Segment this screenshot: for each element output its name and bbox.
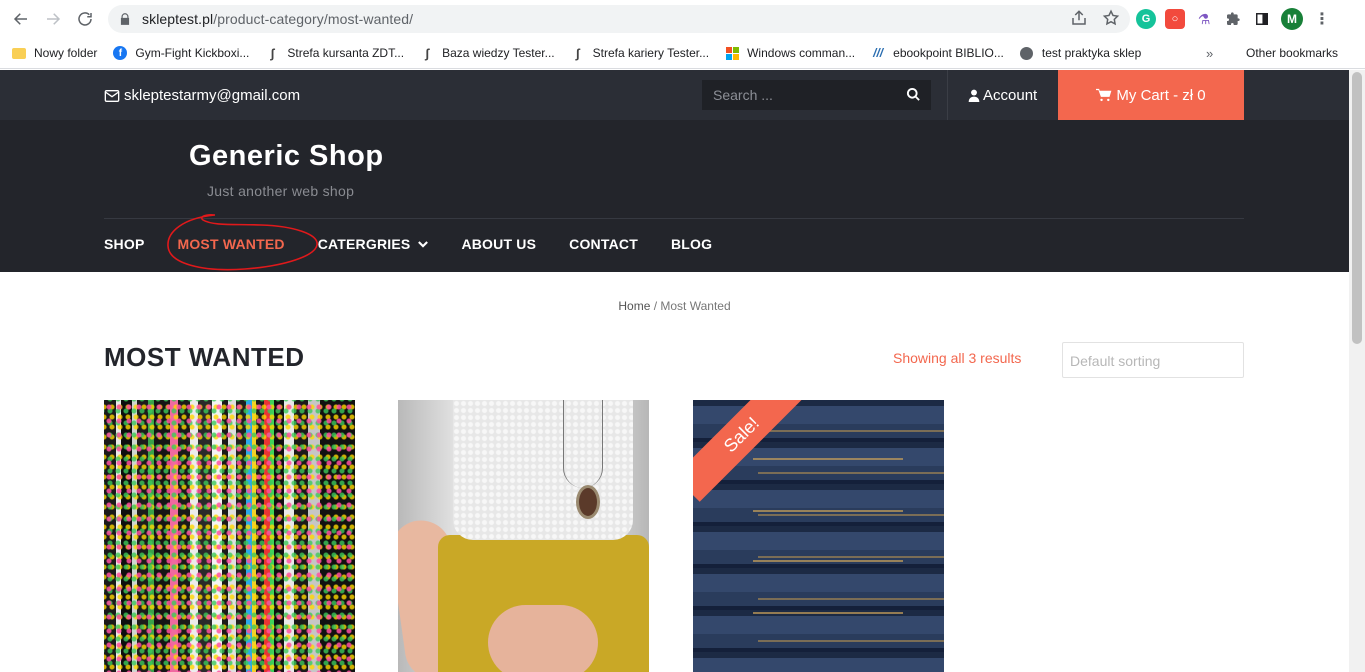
bookmark-item[interactable]: test praktyka sklep <box>1020 46 1141 60</box>
product-image-jeans[interactable]: Sale! <box>693 400 944 672</box>
breadcrumb-current: Most Wanted <box>660 299 731 313</box>
s-logo-icon: ʃ <box>575 45 580 61</box>
menu-item-blog[interactable]: BLOG <box>671 236 712 252</box>
star-icon[interactable] <box>1102 9 1120 27</box>
adblock-extension-icon[interactable]: ○ <box>1165 9 1185 29</box>
s-logo-icon: ʃ <box>270 45 275 61</box>
menu-item-categories[interactable]: CATERGRIES <box>318 236 429 252</box>
account-link[interactable]: Account <box>968 87 1037 104</box>
facebook-icon: f <box>113 46 128 60</box>
browser-toolbar: skleptest.pl/product-category/most-wante… <box>0 0 1365 38</box>
product-image-yellow-skirt[interactable] <box>398 400 649 672</box>
divider <box>947 70 948 120</box>
cart-icon <box>1096 88 1112 102</box>
sort-select[interactable]: Default sorting <box>1062 342 1244 378</box>
lab-extension-icon[interactable]: ⚗ <box>1194 9 1214 29</box>
site-title[interactable]: Generic Shop <box>189 140 384 173</box>
url-text: skleptest.pl/product-category/most-wante… <box>142 11 414 27</box>
share-icon[interactable] <box>1070 9 1088 27</box>
forward-icon[interactable] <box>37 3 69 35</box>
site-header: Generic Shop Just another web shop SHOP … <box>0 120 1349 272</box>
other-bookmarks[interactable]: Other bookmarks <box>1238 46 1338 60</box>
product-image-lanyards[interactable] <box>104 400 355 672</box>
bookmark-item[interactable]: f Gym-Fight Kickboxi... <box>113 46 249 60</box>
bookmark-item[interactable]: Nowy folder <box>12 46 97 60</box>
user-icon <box>968 89 980 102</box>
bookmarks-bar: Nowy folder f Gym-Fight Kickboxi... ʃ Stre… <box>0 38 1365 69</box>
top-bar: skleptestarmy@gmail.com Account My Cart … <box>0 70 1349 120</box>
s-logo-icon: ʃ <box>424 45 430 61</box>
chevron-down-icon <box>418 240 429 248</box>
bookmark-item[interactable]: ʃ Strefa kariery Tester... <box>571 45 709 61</box>
menu-item-contact[interactable]: CONTACT <box>569 236 638 252</box>
result-count: Showing all 3 results <box>893 350 1022 366</box>
page-scrollbar[interactable] <box>1349 70 1365 672</box>
bookmark-item[interactable]: Windows comman... <box>725 46 855 60</box>
globe-icon <box>1020 46 1034 60</box>
web-page: skleptestarmy@gmail.com Account My Cart … <box>0 70 1349 672</box>
breadcrumb: Home / Most Wanted <box>618 299 731 313</box>
browser-menu-icon[interactable]: ⋮ <box>1312 9 1332 29</box>
bookmarks-overflow-button[interactable]: » <box>1206 46 1213 61</box>
folder-icon <box>12 46 26 60</box>
menu-item-most-wanted[interactable]: MOST WANTED <box>177 236 284 252</box>
address-bar[interactable]: skleptest.pl/product-category/most-wante… <box>108 5 1130 33</box>
search-input[interactable] <box>702 87 892 103</box>
side-panel-icon[interactable] <box>1252 9 1272 29</box>
cart-button[interactable]: My Cart - zł 0 <box>1058 70 1244 120</box>
bookmark-item[interactable]: ///ebookpoint BIBLIO... <box>871 46 1004 60</box>
contact-email[interactable]: skleptestarmy@gmail.com <box>104 87 300 104</box>
envelope-icon <box>104 89 120 102</box>
breadcrumb-home-link[interactable]: Home <box>618 299 650 313</box>
scrollbar-thumb[interactable] <box>1352 72 1362 344</box>
profile-avatar[interactable]: M <box>1281 8 1303 30</box>
ebookpoint-icon: /// <box>873 46 884 60</box>
lock-icon <box>120 13 130 25</box>
page-title: MOST WANTED <box>104 342 305 372</box>
reload-icon[interactable] <box>69 3 101 35</box>
back-icon[interactable] <box>5 3 37 35</box>
site-tagline: Just another web shop <box>207 183 355 199</box>
search-box <box>702 80 931 110</box>
grammarly-extension-icon[interactable]: G <box>1136 9 1156 29</box>
bookmark-item[interactable]: ʃ Strefa kursanta ZDT... <box>265 45 404 61</box>
bookmark-item[interactable]: ʃ Baza wiedzy Tester... <box>420 45 555 61</box>
search-icon[interactable] <box>906 87 921 102</box>
menu-item-shop[interactable]: SHOP <box>104 236 144 252</box>
windows-icon <box>725 46 739 60</box>
extensions-puzzle-icon[interactable] <box>1223 9 1243 29</box>
main-menu: SHOP MOST WANTED CATERGRIES ABOUT US CON… <box>104 236 745 252</box>
menu-item-about-us[interactable]: ABOUT US <box>461 236 536 252</box>
header-divider <box>104 218 1244 219</box>
